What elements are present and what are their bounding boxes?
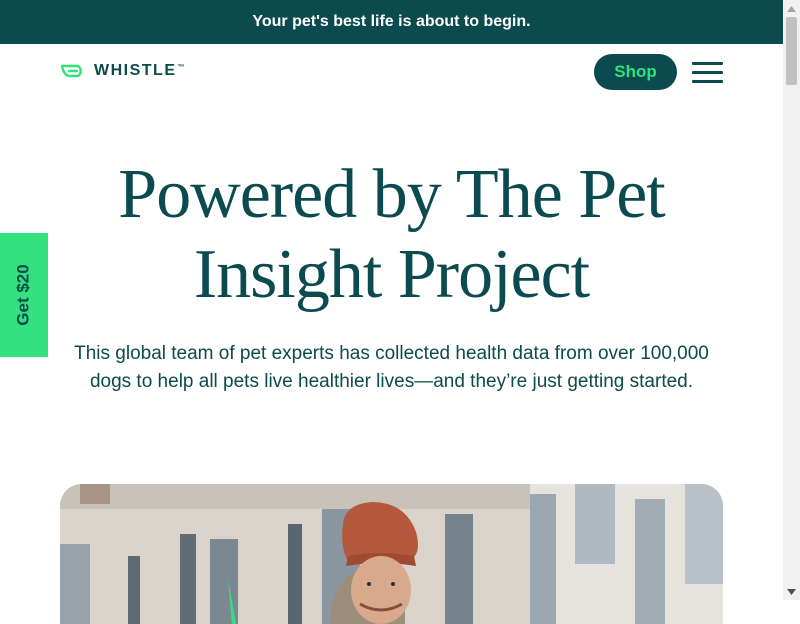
trademark-symbol: ™ <box>177 63 186 71</box>
scrollbar-thumb[interactable] <box>786 17 797 85</box>
shop-button[interactable]: Shop <box>594 54 677 90</box>
hamburger-menu-icon[interactable] <box>692 62 724 84</box>
announcement-text: Your pet's best life is about to begin. <box>252 13 531 30</box>
vertical-scrollbar[interactable] <box>783 0 800 600</box>
hero-description: This global team of pet experts has coll… <box>74 343 709 392</box>
whistle-logo[interactable]: WHISTLE™ <box>60 62 186 80</box>
get-20-label: Get $20 <box>14 264 33 326</box>
whistle-logo-icon <box>60 63 86 79</box>
get-20-promo-tab[interactable]: Get $20 <box>0 233 48 357</box>
announcement-bar: Your pet's best life is about to begin. <box>0 0 783 44</box>
hero-image <box>60 484 723 624</box>
hero-title: Powered by The Pet Insight Project <box>118 156 665 313</box>
site-header: WHISTLE™ Shop <box>0 44 783 102</box>
scroll-down-arrow-icon[interactable] <box>783 583 800 600</box>
logo-wordmark: WHISTLE™ <box>94 62 186 79</box>
scroll-up-arrow-icon[interactable] <box>783 0 800 17</box>
